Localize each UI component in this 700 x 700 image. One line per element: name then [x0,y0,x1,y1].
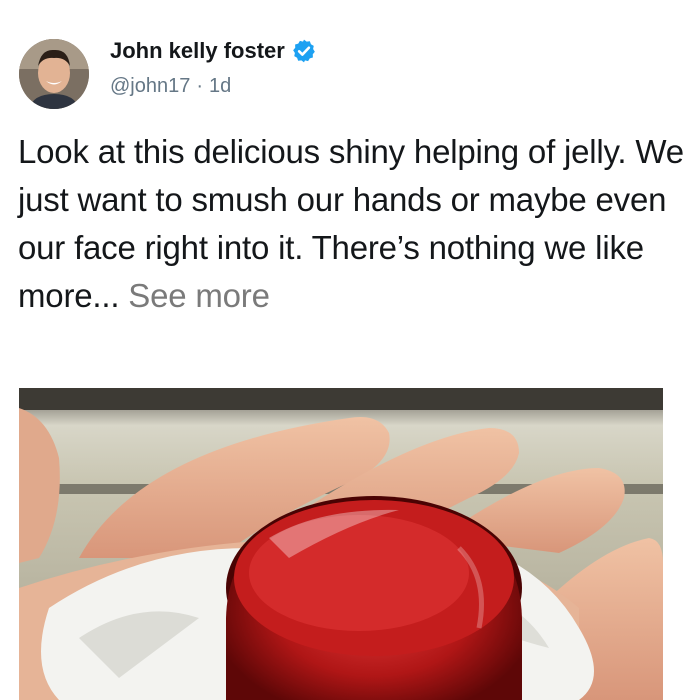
author-name-row: John kelly foster [110,38,317,64]
tweet-text: Look at this delicious shiny helping of … [18,128,688,320]
see-more-link[interactable]: See more [128,277,270,314]
avatar[interactable] [19,39,89,109]
author-meta-row: @john17 · 1d [110,75,231,98]
tweet-body: Look at this delicious shiny helping of … [18,133,684,314]
avatar-image [19,39,89,109]
author-name[interactable]: John kelly foster [110,38,285,64]
tweet-timestamp[interactable]: 1d [209,75,231,98]
verified-badge-icon [291,38,317,64]
author-handle[interactable]: @john17 [110,75,190,98]
tweet-photo[interactable] [19,388,663,700]
jelly-photo-image [19,388,663,700]
meta-separator: · [196,75,204,97]
